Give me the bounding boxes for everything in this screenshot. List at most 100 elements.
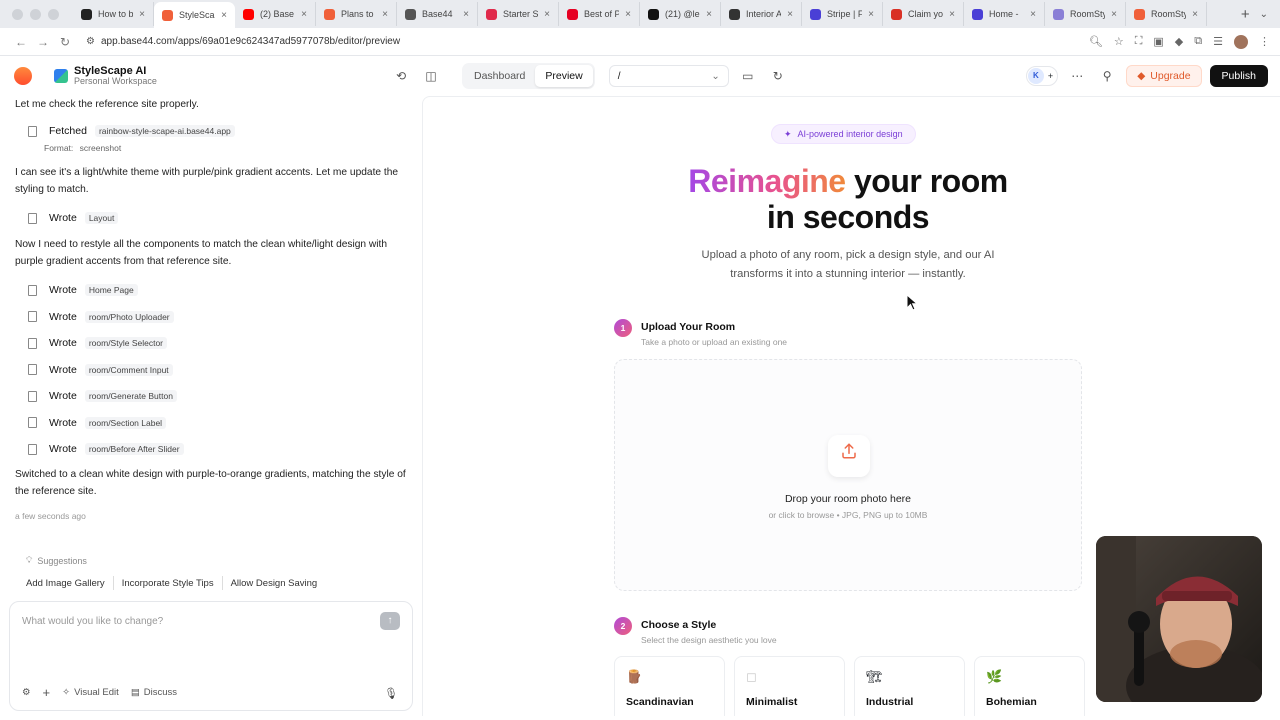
suggestion-item[interactable]: Allow Design Saving bbox=[223, 578, 326, 589]
suggestion-item[interactable]: Add Image Gallery bbox=[18, 578, 113, 589]
publish-button[interactable]: Publish bbox=[1209, 65, 1268, 87]
tab-close-icon[interactable]: × bbox=[544, 9, 550, 20]
tab-close-icon[interactable]: × bbox=[1111, 9, 1117, 20]
device-preview-icon[interactable]: ▭ bbox=[737, 69, 759, 83]
style-card-industrial[interactable]: 🏗 Industrial bbox=[854, 656, 965, 716]
puzzle-icon[interactable]: ⧉ bbox=[1194, 35, 1202, 48]
browser-tab[interactable]: RoomSty × bbox=[1045, 2, 1126, 26]
tab-favicon-icon bbox=[1134, 8, 1145, 20]
address-bar: ← → ↻ ⚙ app.base44.com/apps/69a01e9c6243… bbox=[0, 28, 1280, 56]
tab-title: (2) Base bbox=[260, 9, 295, 19]
tab-close-icon[interactable]: × bbox=[463, 9, 469, 20]
more-options-icon[interactable]: ⋯ bbox=[1066, 69, 1088, 83]
browser-tab[interactable]: Interior A × bbox=[721, 2, 802, 26]
history-icon[interactable]: ⟲ bbox=[396, 69, 406, 83]
tab-close-icon[interactable]: × bbox=[625, 9, 631, 20]
style-card-scandinavian[interactable]: 🪵 Scandinavian bbox=[614, 656, 725, 716]
browser-tab[interactable]: Plans to × bbox=[316, 2, 397, 26]
browser-tab[interactable]: Best of P × bbox=[559, 2, 640, 26]
browser-tab[interactable]: Claim yo × bbox=[883, 2, 964, 26]
tab-search-chevron-icon[interactable]: ⌄ bbox=[1260, 9, 1280, 20]
tab-close-icon[interactable]: × bbox=[1030, 9, 1036, 20]
close-window-button[interactable] bbox=[12, 8, 23, 20]
maximize-window-button[interactable] bbox=[48, 8, 59, 20]
write-action[interactable]: Wrote room/Before After Slider bbox=[28, 443, 184, 455]
visual-edit-button[interactable]: ✧ Visual Edit bbox=[62, 687, 119, 698]
zoom-icon[interactable]: 🔍︎ bbox=[1089, 35, 1103, 48]
project-switcher[interactable]: StyleScape AI Personal Workspace bbox=[74, 65, 157, 87]
new-tab-button[interactable]: + bbox=[1231, 6, 1260, 23]
microphone-icon[interactable]: 🎙︎ bbox=[384, 687, 398, 700]
browser-tab[interactable]: (2) Base × bbox=[235, 2, 316, 26]
upgrade-button[interactable]: ◆ Upgrade bbox=[1126, 65, 1202, 87]
tab-close-icon[interactable]: × bbox=[139, 9, 145, 20]
settings-gear-icon[interactable]: ⚙ bbox=[22, 687, 31, 698]
add-attachment-icon[interactable]: + bbox=[43, 685, 51, 700]
mouse-cursor-icon bbox=[906, 294, 918, 311]
write-action[interactable]: Wrote room/Photo Uploader bbox=[28, 310, 174, 323]
dropzone-hint: or click to browse • JPG, PNG up to 10MB bbox=[768, 510, 928, 520]
write-action[interactable]: Wrote room/Comment Input bbox=[28, 363, 173, 376]
browser-tab-bar: How to b × StyleSca × (2) Base × Plans to × Base… bbox=[0, 0, 1280, 28]
translate-icon[interactable]: ▣ bbox=[1153, 35, 1163, 48]
browser-tab[interactable]: Home - × bbox=[964, 2, 1045, 26]
photo-dropzone[interactable]: Drop your room photo here or click to br… bbox=[614, 359, 1082, 591]
url-field[interactable]: ⚙ app.base44.com/apps/69a01e9c624347ad59… bbox=[86, 36, 1089, 47]
write-action[interactable]: Wrote room/Section Label bbox=[28, 416, 167, 429]
refresh-preview-icon[interactable]: ↻ bbox=[767, 69, 789, 83]
chat-input-box[interactable]: What would you like to change? ↑ ⚙ + ✧ V… bbox=[9, 601, 413, 711]
browser-tab[interactable]: How to b × bbox=[73, 2, 154, 26]
integrations-icon[interactable]: ⚲ bbox=[1096, 69, 1118, 83]
base44-logo[interactable] bbox=[14, 66, 32, 85]
profile-avatar[interactable] bbox=[1234, 34, 1248, 49]
tab-close-icon[interactable]: × bbox=[1192, 9, 1198, 20]
route-selector[interactable]: / ⌄ bbox=[608, 65, 729, 87]
send-button[interactable]: ↑ bbox=[380, 612, 400, 630]
browser-tab[interactable]: Starter S × bbox=[478, 2, 559, 26]
tab-close-icon[interactable]: × bbox=[787, 9, 793, 20]
tab-favicon-icon bbox=[324, 8, 335, 20]
tab-close-icon[interactable]: × bbox=[301, 9, 307, 20]
menu-lines-icon[interactable]: ☰ bbox=[1213, 35, 1223, 48]
browser-tab[interactable]: Base44 × bbox=[397, 2, 478, 26]
browser-tab[interactable]: StyleSca × bbox=[154, 2, 235, 28]
browser-tab[interactable]: Stripe | F × bbox=[802, 2, 883, 26]
write-action[interactable]: Wrote room/Generate Button bbox=[28, 390, 177, 402]
tab-close-icon[interactable]: × bbox=[868, 9, 874, 20]
discuss-button[interactable]: ▤ Discuss bbox=[131, 687, 177, 698]
tab-close-icon[interactable]: × bbox=[706, 9, 712, 20]
reload-button[interactable]: ↻ bbox=[54, 35, 76, 49]
add-collaborator-icon[interactable]: + bbox=[1048, 71, 1053, 81]
forward-button[interactable]: → bbox=[32, 35, 54, 49]
bookmark-star-icon[interactable]: ☆ bbox=[1114, 35, 1124, 48]
tab-title: (21) @le bbox=[665, 9, 700, 19]
write-action[interactable]: Wrote Layout bbox=[28, 212, 119, 224]
tab-dashboard[interactable]: Dashboard bbox=[464, 65, 535, 87]
browser-tab[interactable]: (21) @le × bbox=[640, 2, 721, 26]
chat-input-placeholder[interactable]: What would you like to change? bbox=[22, 616, 163, 627]
suggestion-item[interactable]: Incorporate Style Tips bbox=[114, 578, 222, 589]
write-action[interactable]: Wrote room/Style Selector bbox=[28, 337, 167, 349]
collaborators[interactable]: K + bbox=[1025, 66, 1059, 86]
back-button[interactable]: ← bbox=[10, 35, 32, 49]
hero-title: Reimagine your room in seconds bbox=[423, 163, 1273, 235]
tab-preview[interactable]: Preview bbox=[535, 65, 593, 87]
fetch-action[interactable]: Fetched rainbow-style-scape-ai.base44.ap… bbox=[28, 125, 235, 137]
site-info-icon[interactable]: ⚙ bbox=[86, 36, 95, 47]
toggle-sidebar-icon[interactable]: ◫ bbox=[420, 69, 442, 83]
editor-controls: ◫ Dashboard Preview / ⌄ ▭ ↻ bbox=[420, 63, 789, 89]
style-card-minimalist[interactable]: ◻ Minimalist bbox=[734, 656, 845, 716]
minimize-window-button[interactable] bbox=[30, 8, 41, 20]
action-target: Home Page bbox=[84, 284, 138, 296]
write-action[interactable]: Wrote Home Page bbox=[28, 284, 138, 296]
style-options: 🪵 Scandinavian ◻ Minimalist 🏗 Industrial… bbox=[614, 656, 1085, 716]
tab-close-icon[interactable]: × bbox=[221, 10, 227, 21]
tab-close-icon[interactable]: × bbox=[949, 9, 955, 20]
tab-close-icon[interactable]: × bbox=[382, 9, 388, 20]
webcam-overlay bbox=[1096, 536, 1262, 702]
extension-icon[interactable]: ◆ bbox=[1175, 35, 1183, 48]
browser-tab[interactable]: RoomSty × bbox=[1126, 2, 1207, 26]
style-card-bohemian[interactable]: 🌿 Bohemian bbox=[974, 656, 1085, 716]
screenshot-icon[interactable]: ⛶ bbox=[1135, 35, 1143, 48]
more-menu-icon[interactable]: ⋮ bbox=[1259, 35, 1270, 48]
